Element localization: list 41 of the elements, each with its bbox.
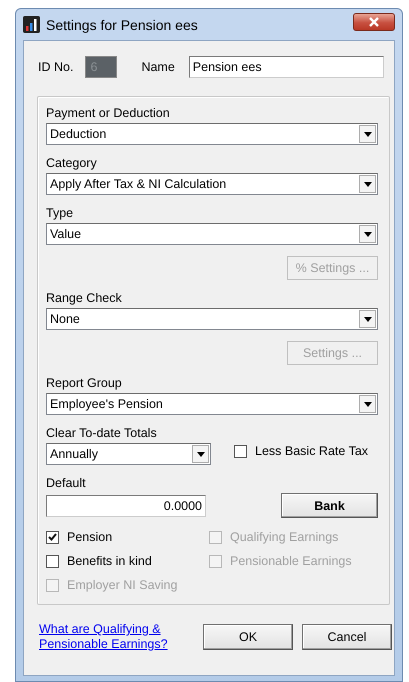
help-link[interactable]: What are Qualifying & Pensionable Earnings? <box>39 622 199 652</box>
field-label: Clear To-date Totals <box>46 426 158 440</box>
checkbox-label: Pensionable Earnings <box>230 554 352 568</box>
checkbox-label: Employer NI Saving <box>67 578 178 592</box>
id-label: ID No. <box>38 60 74 74</box>
dropdown[interactable]: None <box>46 308 378 330</box>
dropdown[interactable]: Annually <box>46 443 211 465</box>
dropdown[interactable]: Apply After Tax & NI Calculation <box>46 173 378 195</box>
field-label: Report Group <box>46 376 123 390</box>
checkmark-icon <box>48 533 57 541</box>
checkbox[interactable] <box>46 530 59 544</box>
app-icon <box>23 16 40 33</box>
field-label: Payment or Deduction <box>46 106 171 120</box>
caret-icon <box>364 316 372 322</box>
checkbox-label: Less Basic Rate Tax <box>255 444 368 458</box>
close-button[interactable] <box>353 12 395 30</box>
checkbox-label: Pension <box>67 530 112 544</box>
default-field[interactable]: 0.0000 <box>46 494 206 516</box>
checkbox-label: Benefits in kind <box>67 554 152 568</box>
window-title: Settings for Pension ees <box>46 16 199 32</box>
bank-button[interactable]: Bank <box>281 493 378 518</box>
dropdown[interactable]: Deduction <box>46 123 378 145</box>
field-label: Type <box>46 206 74 220</box>
field-label: Category <box>46 156 98 170</box>
field-label: Default <box>46 476 87 490</box>
checkbox-label: Qualifying Earnings <box>230 530 338 544</box>
caret-icon <box>364 182 372 186</box>
caret-icon <box>364 232 372 236</box>
checkbox[interactable] <box>46 554 59 568</box>
dialog-button[interactable]: OK <box>203 624 293 650</box>
dropdown[interactable]: Employee's Pension <box>46 393 378 415</box>
name-label: Name <box>141 60 175 74</box>
caret-icon <box>196 452 204 456</box>
checkbox[interactable] <box>234 444 247 458</box>
dropdown[interactable]: Value <box>46 223 378 245</box>
close-icon <box>368 16 380 26</box>
caret-icon <box>364 132 372 136</box>
field-label: Range Check <box>46 291 123 305</box>
caret-icon <box>364 402 372 406</box>
name-field[interactable]: Pension ees <box>188 56 384 78</box>
dialog-button[interactable]: Cancel <box>302 624 392 650</box>
